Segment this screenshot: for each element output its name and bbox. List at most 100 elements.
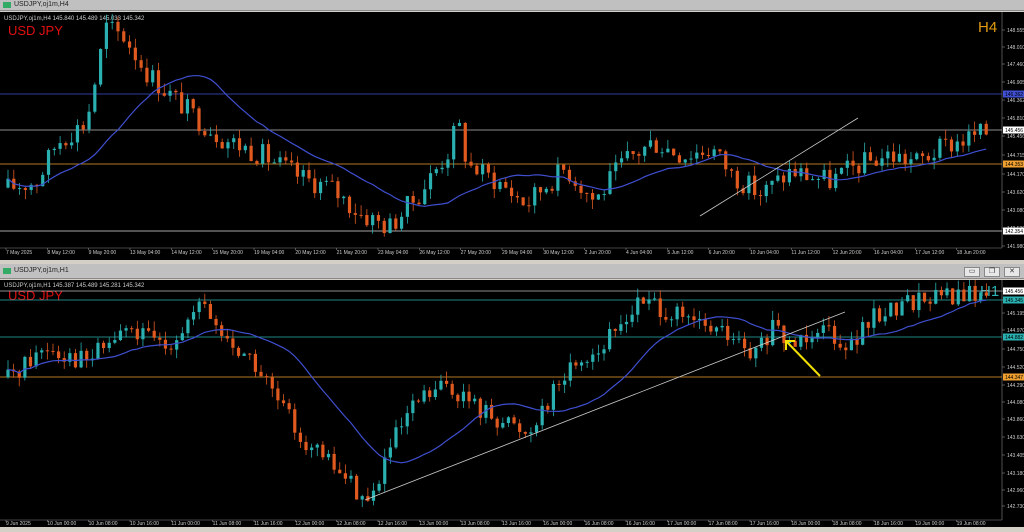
candle-body xyxy=(726,325,730,340)
candle-body xyxy=(834,173,838,189)
candle-body xyxy=(877,308,882,322)
candle-body xyxy=(770,180,774,185)
title-bar-h1[interactable]: USDJPY,oj1m,H1 ▭ ❐ ✕ xyxy=(0,264,1024,279)
candle-body xyxy=(619,324,623,331)
chart-info-h4: USDJPY,oj1m,H4 145.840 145.489 145.033 1… xyxy=(4,16,145,22)
candle-body xyxy=(967,285,972,302)
candle-body xyxy=(313,178,317,194)
candle-body xyxy=(944,138,948,140)
candle-body xyxy=(110,21,114,23)
candle-body xyxy=(764,184,768,197)
candle-body xyxy=(259,371,263,377)
candle-body xyxy=(330,180,334,182)
candle-body xyxy=(709,325,713,332)
candle-body xyxy=(45,350,49,352)
candle-body xyxy=(883,316,887,322)
candle-body xyxy=(318,181,323,194)
candle-body xyxy=(122,31,126,42)
candle-body xyxy=(951,288,955,305)
title-bar-h4[interactable]: USDJPY,oj1m,H4 xyxy=(0,0,1024,11)
time-tick-label: 27 May 20:00 xyxy=(461,250,492,256)
time-tick-label: 19 Jun 08:00 xyxy=(957,521,986,527)
time-tick-label: 11 Jun 16:00 xyxy=(254,521,283,527)
chart-svg-h4[interactable]: USDJPY,oj1m,H4 145.840 145.489 145.033 1… xyxy=(0,12,1024,260)
candle-body xyxy=(124,328,128,331)
candle-body xyxy=(700,152,705,155)
price-tick-label: 143.620 xyxy=(1007,190,1024,196)
candle-body xyxy=(232,138,236,143)
candle-body xyxy=(359,214,363,216)
candle-body xyxy=(321,444,325,458)
price-tick-label: 143.630 xyxy=(1007,435,1024,441)
price-marker-label: 144.347 xyxy=(1005,375,1023,381)
candle-body xyxy=(145,67,149,83)
candle-body xyxy=(501,423,505,428)
candle-body xyxy=(326,453,331,458)
candle-body xyxy=(551,383,556,410)
candle-body xyxy=(857,165,861,174)
candle-body xyxy=(758,195,763,197)
restore-button[interactable]: ❐ xyxy=(984,267,1000,277)
candle-body xyxy=(220,142,224,149)
candle-body xyxy=(248,353,252,355)
candle-body xyxy=(208,134,213,136)
candle-body xyxy=(51,350,55,352)
candle-body xyxy=(866,322,870,328)
time-tick-label: 18 Jun 20:00 xyxy=(957,250,986,256)
candle-body xyxy=(214,134,218,143)
time-tick-label: 29 May 04:00 xyxy=(502,250,533,256)
candle-body xyxy=(249,145,253,162)
candle-body xyxy=(237,138,242,151)
candle-body xyxy=(546,405,550,410)
price-tick-label: 142.960 xyxy=(1007,488,1024,494)
candle-body xyxy=(973,131,977,135)
candle-body xyxy=(99,48,103,85)
candle-body xyxy=(967,131,971,146)
timeframe-label-h1: H1 xyxy=(980,283,999,300)
chart-area-h4[interactable]: USDJPY,oj1m,H4 145.840 145.489 145.033 1… xyxy=(0,12,1024,260)
candle-body xyxy=(664,317,668,320)
candle-body xyxy=(909,159,913,164)
close-button[interactable]: ✕ xyxy=(1004,267,1020,277)
candle-body xyxy=(130,328,134,330)
candle-body xyxy=(467,391,471,402)
minimize-button[interactable]: ▭ xyxy=(964,267,980,277)
time-tick-label: 17 Jun 12:00 xyxy=(915,250,944,256)
time-tick-label: 10 Jun 16:00 xyxy=(130,521,159,527)
candle-body xyxy=(544,188,548,193)
candle-body xyxy=(509,187,514,197)
candle-body xyxy=(253,353,258,372)
time-tick-label: 14 May 12:00 xyxy=(171,250,202,256)
candle-body xyxy=(939,289,943,296)
candle-body xyxy=(293,409,297,433)
candle-body xyxy=(214,318,218,326)
candle-body xyxy=(343,473,347,479)
candle-body xyxy=(874,160,878,166)
price-marker-label: 145.345 xyxy=(1005,298,1023,304)
candle-body xyxy=(411,196,415,203)
candle-body xyxy=(141,328,145,340)
time-tick-label: 16 Jun 08:00 xyxy=(585,521,614,527)
time-tick-label: 8 May 12:00 xyxy=(47,250,75,256)
candle-body xyxy=(168,90,172,96)
candle-body xyxy=(290,160,294,163)
candle-body xyxy=(298,432,302,442)
candle-body xyxy=(469,161,473,166)
candle-body xyxy=(191,99,195,109)
price-marker-label: 144.353 xyxy=(1005,162,1023,168)
candle-body xyxy=(146,328,151,331)
candle-body xyxy=(310,447,314,451)
candle-body xyxy=(568,362,572,381)
candle-body xyxy=(735,170,739,189)
candle-body xyxy=(40,350,44,353)
candle-body xyxy=(585,361,589,363)
candle-body xyxy=(625,151,629,159)
chart-svg-h1[interactable]: USDJPY,oj1m,H1 145.387 145.489 145.281 1… xyxy=(0,276,1024,527)
candle-body xyxy=(175,340,179,350)
chart-area-h1[interactable]: USDJPY,oj1m,H1 145.387 145.489 145.281 1… xyxy=(0,276,1024,527)
candle-body xyxy=(220,325,224,336)
candle-body xyxy=(434,169,438,174)
candle-body xyxy=(342,196,346,199)
candle-body xyxy=(653,298,657,300)
chart-window-icon xyxy=(3,268,11,274)
